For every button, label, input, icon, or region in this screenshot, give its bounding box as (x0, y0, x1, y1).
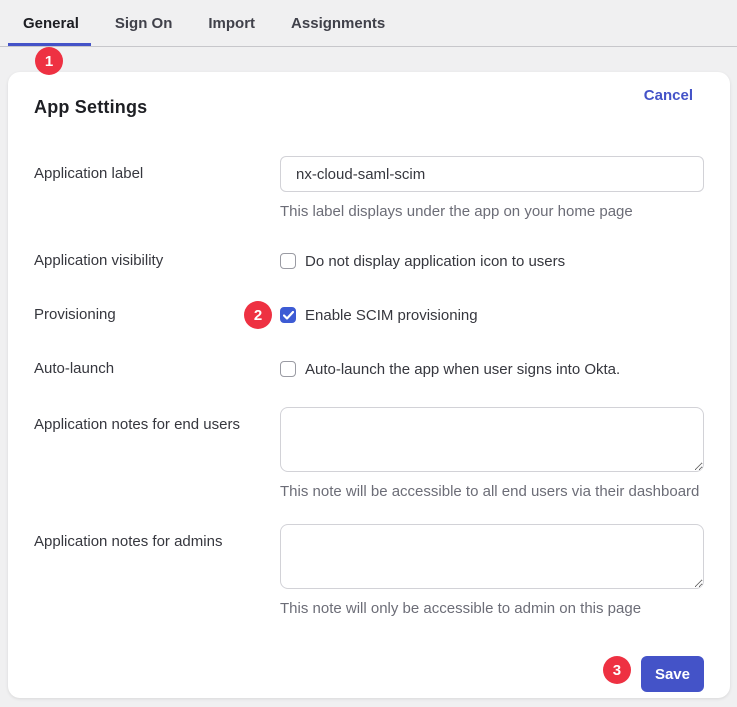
app-settings-panel: App Settings Cancel Application label Th… (8, 72, 730, 698)
notes-end-users-textarea[interactable] (280, 407, 704, 472)
notes-end-users-label: Application notes for end users (34, 407, 280, 501)
application-label-input[interactable] (280, 156, 704, 192)
auto-launch-checkbox-label: Auto-launch the app when user signs into… (305, 361, 620, 378)
page-title: App Settings (34, 96, 704, 118)
tab-import[interactable]: Import (208, 0, 255, 46)
tab-bar: General Sign On Import Assignments (0, 0, 737, 47)
notes-admins-label: Application notes for admins (34, 524, 280, 618)
application-visibility-row: Application visibility Do not display ap… (34, 251, 704, 271)
check-icon (283, 311, 294, 320)
application-label-help: This label displays under the app on you… (280, 203, 704, 221)
application-label-row: Application label This label displays un… (34, 156, 704, 221)
application-visibility-checkbox[interactable] (280, 253, 296, 269)
tab-assignments[interactable]: Assignments (291, 0, 385, 46)
annotation-badge-2: 2 (244, 301, 272, 329)
annotation-badge-1: 1 (35, 47, 63, 75)
panel-footer: 3 Save (34, 656, 704, 692)
panel-header: App Settings Cancel (34, 72, 704, 118)
notes-admins-textarea[interactable] (280, 524, 704, 589)
provisioning-row: 2 Provisioning Enable SCIM provisioning (34, 305, 704, 325)
notes-end-users-row: Application notes for end users This not… (34, 407, 704, 501)
application-visibility-checkbox-label: Do not display application icon to users (305, 253, 565, 270)
tab-sign-on[interactable]: Sign On (115, 0, 173, 46)
provisioning-checkbox[interactable] (280, 307, 296, 323)
app-settings-form: Application label This label displays un… (34, 156, 704, 692)
auto-launch-label: Auto-launch (34, 359, 280, 379)
application-visibility-label: Application visibility (34, 251, 280, 271)
provisioning-checkbox-label: Enable SCIM provisioning (305, 307, 478, 324)
notes-admins-help: This note will only be accessible to adm… (280, 600, 704, 618)
cancel-link[interactable]: Cancel (644, 87, 693, 104)
application-label-label: Application label (34, 156, 280, 221)
auto-launch-checkbox[interactable] (280, 361, 296, 377)
notes-admins-row: Application notes for admins This note w… (34, 524, 704, 618)
tab-general[interactable]: General (23, 0, 79, 46)
notes-end-users-help: This note will be accessible to all end … (280, 483, 704, 501)
auto-launch-row: Auto-launch Auto-launch the app when use… (34, 359, 704, 379)
save-button[interactable]: Save (641, 656, 704, 692)
annotation-badge-3: 3 (603, 656, 631, 684)
